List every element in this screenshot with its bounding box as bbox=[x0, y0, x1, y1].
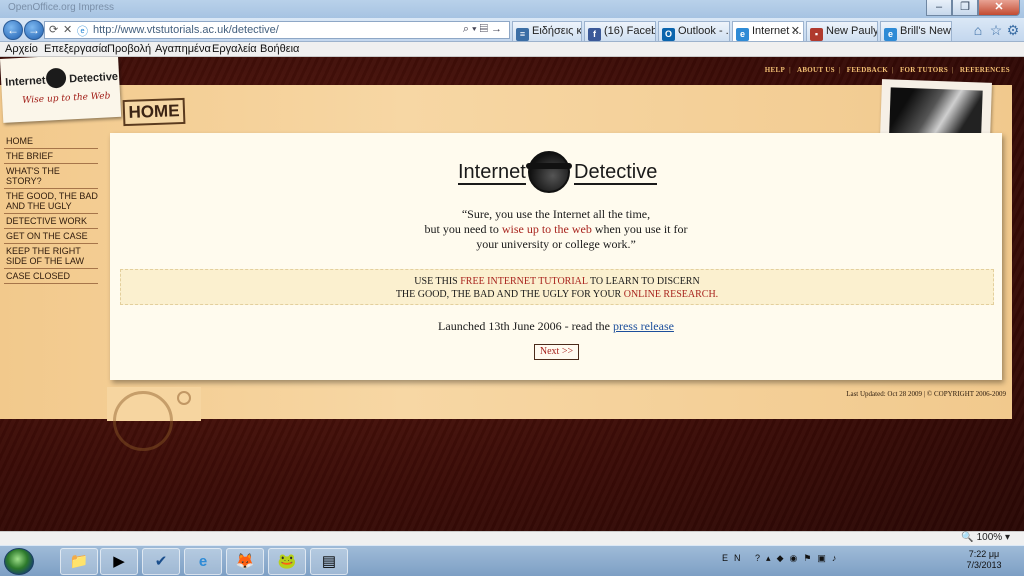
zoom-magnifier-icon: 🔍 bbox=[961, 532, 974, 543]
site-logo[interactable]: Internet Detective Wise up to the Web bbox=[0, 57, 122, 123]
zoom-level[interactable]: 🔍 100% ▾ bbox=[961, 532, 1010, 543]
sidebar-item-home[interactable]: HOME bbox=[4, 134, 98, 149]
menu-help[interactable]: Βοήθεια bbox=[260, 43, 299, 55]
web-page: Internet Detective Wise up to the Web HE… bbox=[0, 57, 1024, 531]
close-tab-icon[interactable]: ✕ bbox=[791, 22, 800, 41]
window-controls: – ❐ ✕ bbox=[926, 0, 1020, 16]
back-button[interactable]: ← bbox=[3, 20, 23, 40]
link-for-tutors[interactable]: FOR TUTORS bbox=[900, 66, 948, 74]
tray-icons[interactable]: ▴◆◉⚑▣♪ bbox=[766, 553, 842, 563]
status-bar: 🔍 100% ▾ bbox=[0, 531, 1024, 545]
address-actions[interactable]: ⌕▾▤→ bbox=[463, 23, 505, 36]
link-about-us[interactable]: ABOUT US bbox=[797, 66, 835, 74]
menu-file[interactable]: Αρχείο bbox=[5, 43, 38, 55]
help-icon[interactable]: ? bbox=[755, 553, 766, 563]
news-icon: ≡ bbox=[516, 28, 529, 41]
section-tag: HOME bbox=[122, 97, 186, 127]
sidebar-item-case-closed[interactable]: CASE CLOSED bbox=[4, 269, 98, 284]
sidebar-item-the-brief[interactable]: THE BRIEF bbox=[4, 149, 98, 164]
tab-outlook[interactable]: O Outlook - ... bbox=[658, 21, 730, 41]
menu-tools[interactable]: Εργαλεία bbox=[212, 43, 257, 55]
next-button[interactable]: Next >> bbox=[534, 344, 579, 360]
maximize-button[interactable]: ❐ bbox=[952, 0, 978, 16]
close-window-button[interactable]: ✕ bbox=[978, 0, 1020, 16]
ie-page-icon: ⓔ bbox=[77, 26, 88, 38]
browser-toolbar: ← → ⟳ ✕ ⓔ http://www.vtstutorials.ac.uk/… bbox=[0, 18, 1024, 42]
firefox-icon[interactable]: 🦊 bbox=[226, 548, 264, 575]
ie-icon[interactable]: e bbox=[184, 548, 222, 575]
explorer-icon[interactable]: 📁 bbox=[60, 548, 98, 575]
menu-edit[interactable]: Επεξεργασία bbox=[44, 43, 107, 55]
tab-new-pauly[interactable]: ▪New Pauly ... bbox=[806, 21, 878, 41]
sidebar-item-get-on-the-case[interactable]: GET ON THE CASE bbox=[4, 229, 98, 244]
address-bar[interactable]: ⟳ ✕ ⓔ http://www.vtstutorials.ac.uk/dete… bbox=[44, 21, 510, 39]
detective-photo-image bbox=[889, 87, 983, 137]
window-title: OpenOffice.org Impress bbox=[8, 2, 114, 13]
stop-icon[interactable]: ✕ bbox=[63, 23, 72, 36]
minimize-button[interactable]: – bbox=[926, 0, 952, 16]
menu-favorites[interactable]: Αγαπημένα bbox=[155, 43, 211, 55]
detective-face-icon bbox=[45, 67, 67, 89]
settings-gear-icon[interactable]: ⚙ bbox=[1005, 22, 1021, 38]
address-url[interactable]: http://www.vtstutorials.ac.uk/detective/ bbox=[93, 24, 279, 36]
tab-brills-new[interactable]: eBrill's New ... bbox=[880, 21, 952, 41]
home-icon[interactable]: ⌂ bbox=[970, 22, 986, 38]
refresh-icon[interactable]: ⟳ bbox=[49, 23, 58, 36]
detective-face-icon bbox=[526, 151, 572, 193]
system-tray: EN ?▴◆◉⚑▣♪ bbox=[722, 553, 842, 564]
taskbar: 📁 ▶ ✔ e 🦊 🐸 ▤ EN ?▴◆◉⚑▣♪ 7:22 μμ 7/3/2013 bbox=[0, 545, 1024, 576]
task-app-icon[interactable]: ✔ bbox=[142, 548, 180, 575]
content-logo: Internet Detective bbox=[456, 151, 658, 195]
system-clock[interactable]: 7:22 μμ 7/3/2013 bbox=[964, 549, 1004, 571]
favorites-star-icon[interactable]: ☆ bbox=[988, 22, 1004, 38]
window-titlebar: OpenOffice.org Impress – ❐ ✕ bbox=[0, 0, 1024, 18]
language-indicator[interactable]: EN bbox=[722, 553, 747, 563]
menu-bar: Αρχείο Επεξεργασία Προβολή Αγαπημένα Εργ… bbox=[0, 42, 1024, 57]
outlook-icon: O bbox=[662, 28, 675, 41]
detective-photo bbox=[880, 79, 992, 141]
sidebar-item-good-bad-ugly[interactable]: THE GOOD, THE BAD AND THE UGLY bbox=[4, 189, 98, 214]
sidebar-item-detective-work[interactable]: DETECTIVE WORK bbox=[4, 214, 98, 229]
sidebar-nav: HOME THE BRIEF WHAT'S THE STORY? THE GOO… bbox=[4, 134, 98, 284]
link-help[interactable]: HELP bbox=[765, 66, 785, 74]
start-button[interactable] bbox=[4, 548, 34, 575]
launch-notice: Launched 13th June 2006 - read the press… bbox=[438, 319, 674, 333]
forward-button[interactable]: → bbox=[24, 20, 44, 40]
tab-facebook[interactable]: f(16) Faceb... bbox=[584, 21, 656, 41]
page-icon: ▪ bbox=[810, 28, 823, 41]
frog-app-icon[interactable]: 🐸 bbox=[268, 548, 306, 575]
tab-internet-detective[interactable]: e Internet ... ✕ bbox=[732, 21, 804, 41]
site-tagline: Wise up to the Web bbox=[21, 91, 111, 106]
tab-news[interactable]: ≡Ειδήσεις κ... bbox=[512, 21, 582, 41]
link-feedback[interactable]: FEEDBACK bbox=[847, 66, 888, 74]
coffee-stain-decoration bbox=[107, 387, 201, 451]
sidebar-item-whats-the-story[interactable]: WHAT'S THE STORY? bbox=[4, 164, 98, 189]
facebook-icon: f bbox=[588, 28, 601, 41]
main-content: Internet Detective “Sure, you use the In… bbox=[110, 133, 1002, 380]
page-footer: Last Updated: Oct 28 2009 | © COPYRIGHT … bbox=[846, 390, 1006, 398]
menu-view[interactable]: Προβολή bbox=[107, 43, 151, 55]
press-release-link[interactable]: press release bbox=[613, 319, 674, 333]
link-references[interactable]: REFERENCES bbox=[960, 66, 1010, 74]
intro-quote: “Sure, you use the Internet all the time… bbox=[424, 207, 688, 251]
top-links: HELP | ABOUT US | FEEDBACK | FOR TUTORS | RE… bbox=[764, 66, 1010, 74]
sidebar-item-right-side-of-law[interactable]: KEEP THE RIGHT SIDE OF THE LAW bbox=[4, 244, 98, 269]
quote-highlight: wise up to the web bbox=[501, 222, 592, 236]
tutorial-banner: USE THIS FREE INTERNET TUTORIAL TO LEARN… bbox=[120, 269, 994, 305]
ie-page-icon: e bbox=[736, 28, 749, 41]
ie-page-icon: e bbox=[884, 28, 897, 41]
media-player-icon[interactable]: ▶ bbox=[100, 548, 138, 575]
odf-app-icon[interactable]: ▤ bbox=[310, 548, 348, 575]
